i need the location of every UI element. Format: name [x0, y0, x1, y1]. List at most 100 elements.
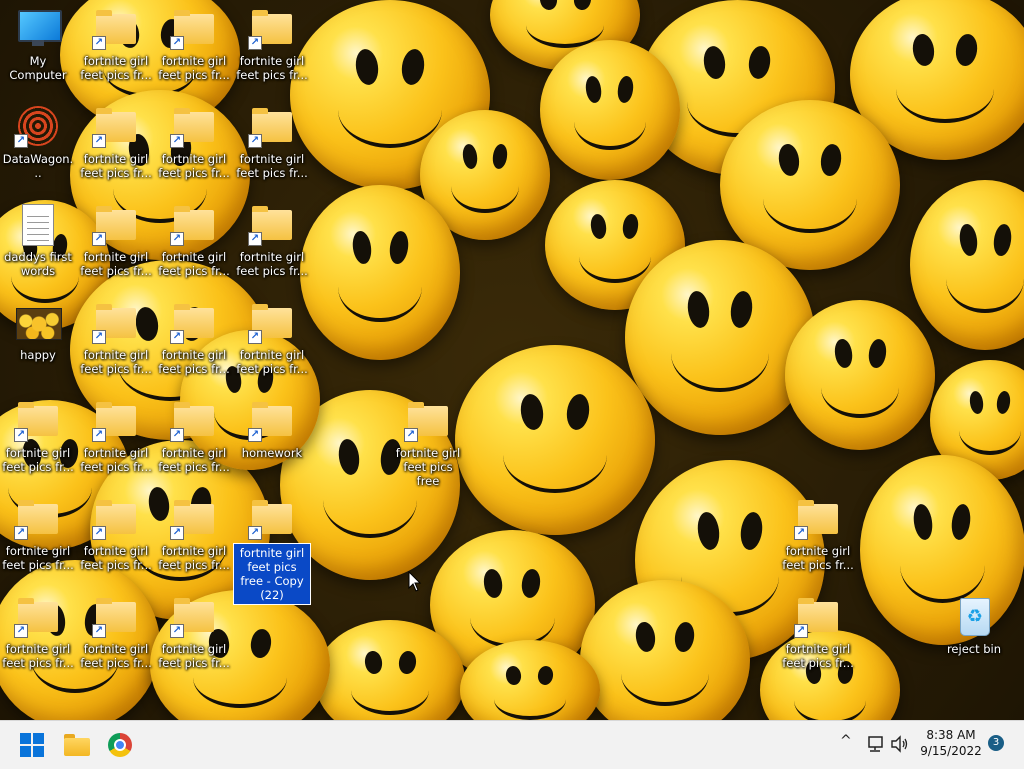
icon-label: fortnite girl feet pics fr... [2, 642, 74, 670]
file-explorer-icon [64, 734, 90, 756]
icon-label: daddys first words [4, 250, 72, 278]
icon-label: fortnite girl feet pics fr... [236, 348, 308, 376]
desktop-icon-fortnite-folder[interactable]: ↗ fortnite girl feet pics fr... [156, 400, 232, 474]
desktop-icon-fortnite-folder[interactable]: ↗ fortnite girl feet pics fr... [78, 498, 154, 572]
folder-shortcut-icon: ↗ [794, 498, 842, 540]
folder-shortcut-icon: ↗ [404, 400, 452, 442]
chrome-button[interactable] [103, 729, 137, 761]
icon-label: fortnite girl feet pics fr... [80, 348, 152, 376]
desktop-icon-fortnite-folder[interactable]: ↗ fortnite girl feet pics fr... [156, 8, 232, 82]
desktop-icon-fortnite-free[interactable]: ↗ fortnite girl feet pics free [390, 400, 466, 488]
desktop-icon-fortnite-folder[interactable]: ↗ fortnite girl feet pics fr... [78, 302, 154, 376]
icon-label: fortnite girl feet pics fr... [782, 544, 854, 572]
desktop-icon-happy[interactable]: happy [0, 302, 76, 362]
desktop[interactable]: My Computer ↗ DataWagon... daddys first … [0, 0, 1024, 720]
monitor-icon [14, 8, 62, 48]
folder-shortcut-icon: ↗ [14, 400, 62, 442]
desktop-icon-datawagon[interactable]: ↗ DataWagon... [0, 106, 76, 180]
folder-shortcut-icon: ↗ [170, 8, 218, 50]
desktop-icon-fortnite-folder[interactable]: ↗ fortnite girl feet pics fr... [234, 106, 310, 180]
folder-shortcut-icon: ↗ [14, 596, 62, 638]
desktop-icon-fortnite-folder[interactable]: ↗ fortnite girl feet pics fr... [78, 8, 154, 82]
desktop-icon-fortnite-folder[interactable]: ↗ fortnite girl feet pics fr... [780, 498, 856, 572]
folder-shortcut-icon: ↗ [248, 8, 296, 50]
folder-shortcut-icon: ↗ [170, 106, 218, 148]
clock-time: 8:38 AM [926, 728, 976, 742]
start-button[interactable] [15, 729, 49, 761]
icon-label: DataWagon... [2, 152, 74, 180]
image-file-icon [14, 302, 62, 342]
folder-shortcut-icon: ↗ [248, 400, 296, 442]
desktop-icon-fortnite-folder[interactable]: ↗ fortnite girl feet pics fr... [234, 8, 310, 82]
folder-shortcut-icon: ↗ [170, 302, 218, 344]
desktop-icon-fortnite-folder[interactable]: ↗ fortnite girl feet pics fr... [0, 596, 76, 670]
icon-label: happy [20, 348, 56, 362]
desktop-icon-fortnite-folder[interactable]: ↗ fortnite girl feet pics fr... [780, 596, 856, 670]
folder-shortcut-icon: ↗ [92, 106, 140, 148]
folder-shortcut-icon: ↗ [92, 596, 140, 638]
icon-label: fortnite girl feet pics fr... [158, 152, 230, 180]
icon-label: fortnite girl feet pics fr... [158, 348, 230, 376]
desktop-icon-fortnite-folder[interactable]: ↗ fortnite girl feet pics fr... [78, 596, 154, 670]
icon-label: fortnite girl feet pics fr... [80, 544, 152, 572]
folder-shortcut-icon: ↗ [248, 106, 296, 148]
icon-label: fortnite girl feet pics fr... [782, 642, 854, 670]
desktop-icon-fortnite-folder[interactable]: ↗ fortnite girl feet pics fr... [156, 302, 232, 376]
desktop-icon-daddys-first-words[interactable]: daddys first words [0, 204, 76, 278]
folder-shortcut-icon: ↗ [248, 204, 296, 246]
volume-icon[interactable] [890, 735, 910, 753]
icon-label: fortnite girl feet pics fr... [158, 446, 230, 474]
desktop-icon-homework[interactable]: ↗ homework [234, 400, 310, 460]
icon-label: fortnite girl feet pics fr... [80, 152, 152, 180]
icon-label: fortnite girl feet pics fr... [80, 642, 152, 670]
file-explorer-button[interactable] [60, 729, 94, 761]
wallpaper-smiley [540, 40, 680, 180]
desktop-icon-fortnite-folder[interactable]: ↗ fortnite girl feet pics fr... [156, 106, 232, 180]
desktop-icon-fortnite-copy-22-selected[interactable]: ↗ fortnite girl feet pics free - Copy (2… [233, 498, 311, 605]
folder-shortcut-icon: ↗ [170, 204, 218, 246]
wallpaper-smiley [455, 345, 655, 535]
spiral-app-icon: ↗ [14, 106, 62, 148]
notification-badge[interactable]: 3 [988, 735, 1004, 751]
desktop-icon-fortnite-folder[interactable]: ↗ fortnite girl feet pics fr... [156, 596, 232, 670]
folder-shortcut-icon: ↗ [794, 596, 842, 638]
icon-label: fortnite girl feet pics fr... [2, 544, 74, 572]
icon-label: fortnite girl feet pics fr... [158, 54, 230, 82]
icon-label: fortnite girl feet pics free [395, 446, 461, 488]
desktop-icon-fortnite-folder[interactable]: ↗ fortnite girl feet pics fr... [78, 204, 154, 278]
desktop-icon-fortnite-folder[interactable]: ↗ fortnite girl feet pics fr... [234, 204, 310, 278]
desktop-icon-fortnite-folder[interactable]: ↗ fortnite girl feet pics fr... [78, 106, 154, 180]
icon-label: fortnite girl feet pics fr... [236, 250, 308, 278]
folder-shortcut-icon: ↗ [170, 400, 218, 442]
desktop-icon-fortnite-folder[interactable]: ↗ fortnite girl feet pics fr... [234, 302, 310, 376]
icon-label: fortnite girl feet pics fr... [158, 250, 230, 278]
icon-label: fortnite girl feet pics fr... [80, 250, 152, 278]
desktop-icon-fortnite-folder[interactable]: ↗ fortnite girl feet pics fr... [156, 498, 232, 572]
mouse-cursor-icon [408, 571, 422, 592]
desktop-icon-my-computer[interactable]: My Computer [0, 8, 76, 82]
desktop-icon-fortnite-folder[interactable]: ↗ fortnite girl feet pics fr... [78, 400, 154, 474]
icon-label: fortnite girl feet pics fr... [158, 642, 230, 670]
windows-logo-icon [20, 733, 44, 757]
wallpaper-smiley [625, 240, 815, 435]
folder-shortcut-icon: ↗ [92, 302, 140, 344]
network-icon[interactable] [866, 735, 884, 753]
folder-shortcut-icon: ↗ [170, 596, 218, 638]
icon-label: fortnite girl feet pics fr... [236, 54, 308, 82]
icon-label: fortnite girl feet pics fr... [2, 446, 74, 474]
clock[interactable]: 8:38 AM 9/15/2022 [915, 727, 987, 759]
taskbar: ^ 8:38 AM 9/15/2022 3 [0, 720, 1024, 769]
desktop-icon-reject-bin[interactable]: ♻ reject bin [936, 596, 1012, 656]
icon-label: homework [241, 446, 303, 460]
wallpaper-smiley [785, 300, 935, 450]
icon-label: My Computer [9, 54, 67, 82]
desktop-icon-fortnite-folder[interactable]: ↗ fortnite girl feet pics fr... [0, 400, 76, 474]
folder-shortcut-icon: ↗ [170, 498, 218, 540]
desktop-icon-fortnite-folder[interactable]: ↗ fortnite girl feet pics fr... [156, 204, 232, 278]
icon-label: fortnite girl feet pics fr... [80, 446, 152, 474]
show-hidden-icons-chevron[interactable]: ^ [840, 733, 852, 749]
recycle-bin-icon: ♻ [950, 596, 998, 636]
desktop-icon-fortnite-folder[interactable]: ↗ fortnite girl feet pics fr... [0, 498, 76, 572]
folder-shortcut-icon: ↗ [248, 498, 296, 540]
icon-label: fortnite girl feet pics fr... [236, 152, 308, 180]
